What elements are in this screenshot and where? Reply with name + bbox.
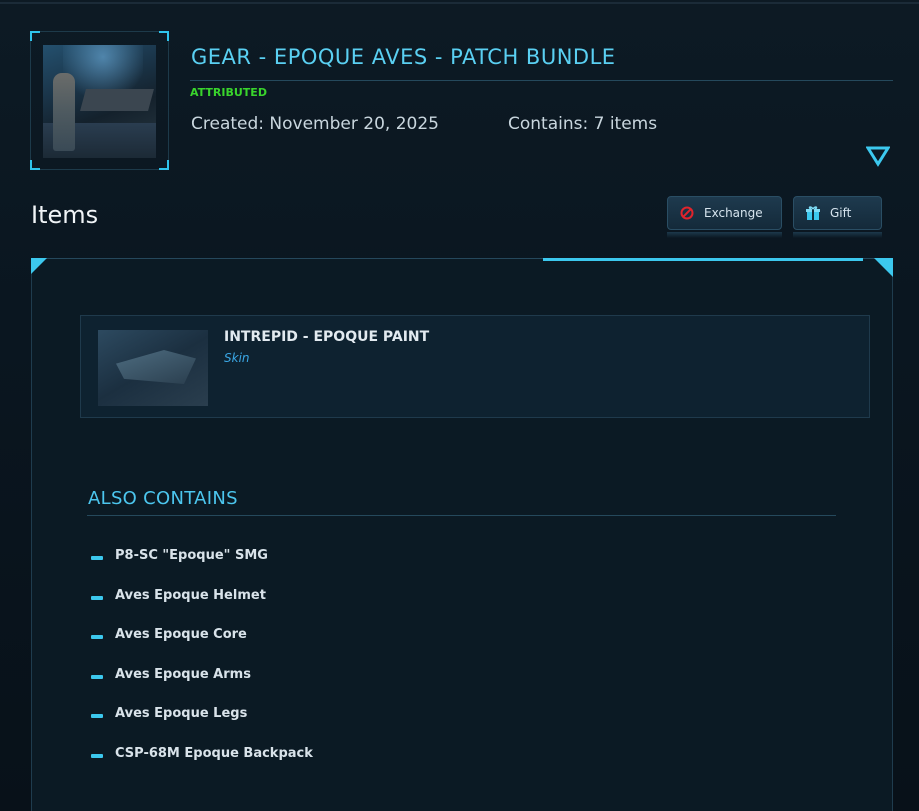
gift-button[interactable]: Gift <box>793 196 882 230</box>
gift-label: Gift <box>830 206 852 220</box>
frame-corner <box>30 160 40 170</box>
chevron-down-icon[interactable] <box>866 145 890 167</box>
item-card: INTREPID - EPOQUE PAINT Skin <box>80 315 870 418</box>
top-divider <box>0 2 919 4</box>
list-item-label: Aves Epoque Core <box>115 627 247 642</box>
title-divider <box>190 80 893 81</box>
list-item-label: Aves Epoque Arms <box>115 666 251 682</box>
list-item-label: Aves Epoque Legs <box>115 706 248 721</box>
list-item: CSP-68M Epoque Backpack <box>91 746 313 786</box>
panel-corner-accent <box>31 258 47 274</box>
bullet-icon <box>91 635 103 639</box>
also-contains-heading: ALSO CONTAINS <box>88 488 238 509</box>
exchange-button[interactable]: Exchange <box>667 196 782 230</box>
frame-corner <box>159 160 169 170</box>
bullet-icon <box>91 714 103 718</box>
panel-accent-bar <box>543 258 863 261</box>
bundle-title: GEAR - EPOQUE AVES - PATCH BUNDLE <box>191 45 616 69</box>
bullet-icon <box>91 556 103 560</box>
item-name: INTREPID - EPOQUE PAINT <box>224 329 430 345</box>
bullet-icon <box>91 595 103 600</box>
list-item-label: CSP-68M Epoque Backpack <box>115 745 313 761</box>
list-item: Aves Epoque Legs <box>91 706 313 746</box>
items-heading: Items <box>31 201 99 229</box>
gift-icon <box>806 206 820 220</box>
also-contains-divider <box>87 515 836 516</box>
list-item: Aves Epoque Helmet <box>91 588 313 628</box>
panel-corner-accent <box>874 258 893 277</box>
frame-corner <box>159 31 169 41</box>
bullet-icon <box>91 753 103 758</box>
frame-corner <box>30 31 40 41</box>
item-type: Skin <box>224 351 250 365</box>
also-contains-list: P8-SC "Epoque" SMG Aves Epoque Helmet Av… <box>91 548 313 785</box>
list-item: Aves Epoque Arms <box>91 667 313 707</box>
list-item: P8-SC "Epoque" SMG <box>91 548 313 588</box>
item-image <box>98 330 208 406</box>
list-item-label: Aves Epoque Helmet <box>115 587 266 603</box>
list-item-label: P8-SC "Epoque" SMG <box>115 548 268 563</box>
bundle-image <box>43 45 156 158</box>
created-date: Created: November 20, 2025 <box>191 114 439 134</box>
item-count: Contains: 7 items <box>508 114 658 134</box>
no-entry-icon <box>680 206 694 220</box>
bundle-thumbnail <box>30 31 169 170</box>
status-badge: ATTRIBUTED <box>190 86 267 99</box>
exchange-label: Exchange <box>704 206 763 220</box>
bullet-icon <box>91 674 103 679</box>
list-item: Aves Epoque Core <box>91 627 313 667</box>
